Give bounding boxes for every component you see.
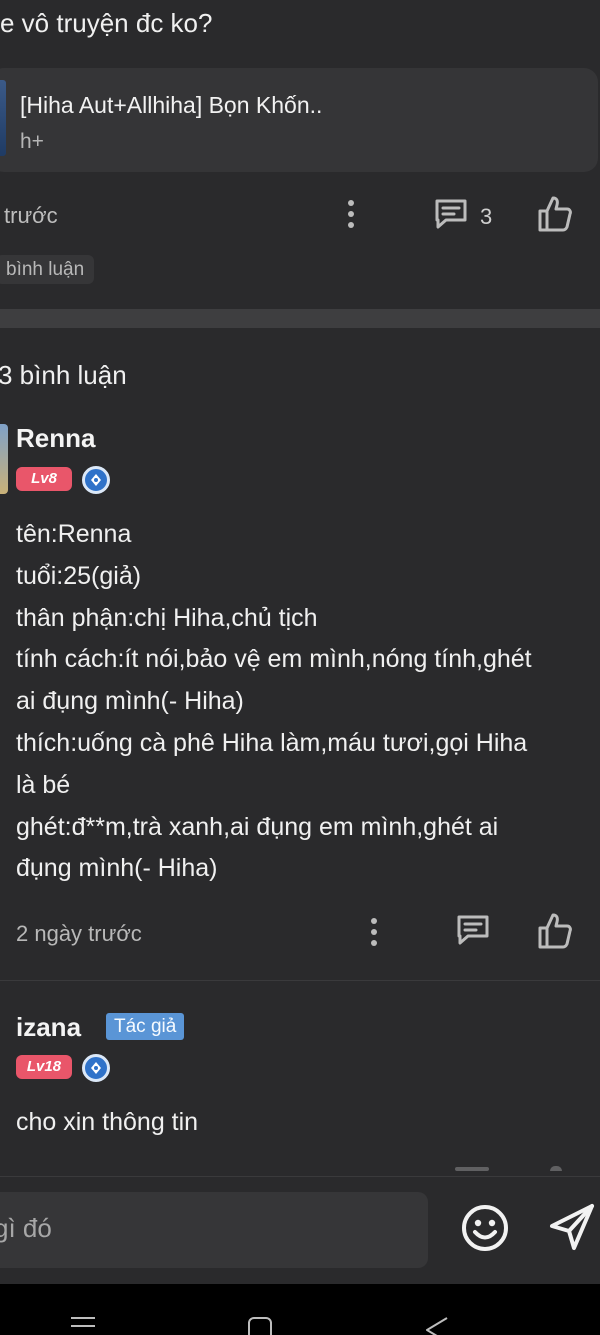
comment-line: tính cách:ít nói,bảo vệ em mình,nóng tín… [16, 645, 532, 674]
level-badge: Lv18 [16, 1055, 72, 1079]
comment-username[interactable]: izana [16, 1012, 81, 1043]
comment-input[interactable] [0, 1213, 414, 1244]
story-thumbnail [0, 80, 6, 156]
more-vertical-icon[interactable] [371, 918, 377, 946]
thumbs-up-icon-peek [550, 1166, 562, 1171]
more-vertical-icon[interactable] [348, 200, 354, 228]
story-tag: h+ [20, 130, 44, 153]
thumbs-up-icon[interactable] [537, 912, 573, 955]
comment-body: tên:Renna tuổi:25(giả) thân phận:chị Hih… [16, 514, 600, 890]
comment-line: ghét:đ**m,trà xanh,ai đụng em mình,ghét … [16, 812, 499, 841]
menu-icon[interactable] [70, 1316, 96, 1335]
verified-badge-icon [82, 466, 110, 494]
avatar[interactable] [0, 424, 8, 494]
system-nav-bar [0, 1284, 600, 1335]
author-badge: Tác giả [106, 1013, 185, 1040]
story-card[interactable] [0, 68, 598, 172]
back-icon[interactable] [424, 1316, 450, 1335]
verified-badge-icon [82, 1054, 110, 1082]
comment-count: 3 [480, 204, 493, 229]
comment-icon[interactable] [433, 198, 469, 235]
comment-line: tuổi:25(giả) [16, 561, 142, 590]
home-icon[interactable] [247, 1316, 273, 1335]
post-time: trước [4, 203, 58, 228]
send-icon[interactable] [548, 1202, 596, 1257]
comment-time: 2 ngày trước [16, 921, 142, 946]
composer-separator [0, 1176, 600, 1177]
comment-line: ai đụng mình(- Hiha) [16, 687, 244, 716]
comment-line: cho xin thông tin [16, 1108, 199, 1136]
comment-chip[interactable]: bình luận [0, 255, 95, 284]
comment-line: thân phận:chị Hiha,chủ tịch [16, 603, 318, 632]
comment-username[interactable]: Renna [16, 423, 95, 454]
post-title: e vô truyện đc ko? [0, 8, 213, 38]
section-divider [0, 309, 600, 328]
thumbs-up-icon[interactable] [537, 195, 573, 238]
level-badge: Lv8 [16, 467, 72, 491]
comment-line: thích:uống cà phê Hiha làm,máu tươi,gọi … [16, 728, 528, 757]
comment-line: tên:Renna [16, 520, 132, 548]
comment-icon[interactable] [455, 914, 491, 951]
comments-heading: 3 bình luận [0, 360, 127, 390]
comment-separator [0, 980, 600, 981]
comment-icon-peek [455, 1167, 489, 1171]
story-name[interactable]: [Hiha Aut+Allhiha] Bọn Khốn.. [20, 92, 322, 119]
smiley-icon[interactable] [460, 1203, 510, 1258]
comment-line: đụng mình(- Hiha) [16, 854, 218, 883]
comment-line: là bé [16, 770, 71, 799]
comment-body: cho xin thông tin [16, 1102, 600, 1144]
